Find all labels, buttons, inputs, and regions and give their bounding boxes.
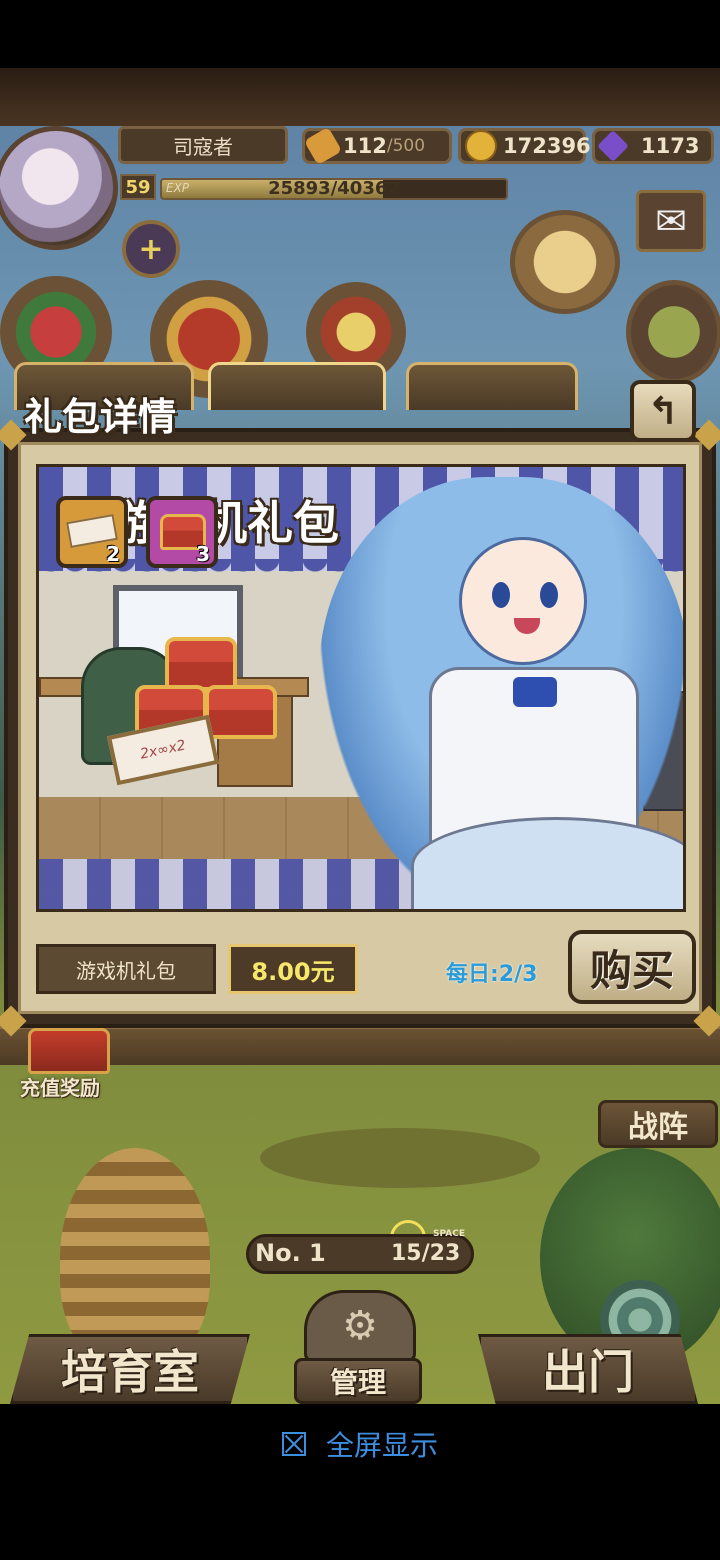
backpack-icon[interactable] xyxy=(626,280,720,384)
character-skirt xyxy=(411,817,683,909)
treasure-chest-icon xyxy=(28,1028,110,1074)
character-mouth xyxy=(514,618,540,634)
rank-number: No. 1 xyxy=(255,1239,326,1267)
fullscreen-icon xyxy=(281,1432,306,1456)
tab-background-3[interactable] xyxy=(406,362,578,410)
stamina-value: 112 xyxy=(343,134,387,158)
player-avatar[interactable] xyxy=(0,126,118,250)
pack-name-label: 游戏机礼包 xyxy=(36,944,216,994)
treasure-chest-icon xyxy=(205,685,277,739)
manage-button[interactable]: 管理 xyxy=(294,1358,422,1404)
gold-coin-icon xyxy=(465,130,497,162)
back-button[interactable]: ↰ xyxy=(630,380,696,442)
character-bow xyxy=(513,677,557,707)
game-screen: 司寇者 112/500 172396 1173 59 EXP 25893/403… xyxy=(0,68,720,1404)
purple-gem-icon xyxy=(597,130,629,162)
add-gems-button[interactable]: + xyxy=(122,220,180,278)
plus-icon: + xyxy=(138,231,164,267)
bread-icon xyxy=(303,126,343,166)
fullscreen-label: 全屏显示 xyxy=(325,1429,438,1462)
stamina-counter: 112/500 xyxy=(302,126,452,166)
space-caption: SPACE xyxy=(433,1229,465,1239)
character-eye xyxy=(492,582,510,608)
gold-counter: 172396 xyxy=(458,128,591,164)
field-patch xyxy=(260,1128,540,1188)
banner-title: 游戏机礼包 xyxy=(109,496,339,550)
level-badge: 59 xyxy=(120,174,156,200)
stamina-cap: /500 xyxy=(386,136,426,156)
price-label: 8.00元 xyxy=(228,944,358,994)
gem-value: 1173 xyxy=(641,134,700,158)
gem-counter: 1173 xyxy=(592,128,714,164)
treasure-chest-icon xyxy=(165,637,237,691)
exp-bar: EXP 25893/40362 xyxy=(160,178,508,200)
go-out-button[interactable]: 出门 xyxy=(478,1334,698,1404)
quest-scroll-icon[interactable] xyxy=(510,210,620,314)
player-name: 司寇者 xyxy=(118,126,288,164)
gear-icon[interactable]: ⚙ xyxy=(304,1290,416,1362)
recharge-reward-button[interactable]: 充值奖励 xyxy=(20,1028,120,1108)
fullscreen-button[interactable]: 全屏显示 xyxy=(0,1404,720,1484)
top-strip xyxy=(0,68,720,126)
daily-limit: 每日:2/3 xyxy=(446,962,538,987)
recharge-reward-label: 充值奖励 xyxy=(20,1076,100,1100)
item-count: 3 xyxy=(196,542,210,566)
reward-item-ticket[interactable]: 2 xyxy=(56,496,128,568)
mail-button[interactable]: ✉ xyxy=(636,190,706,252)
reward-item-chest[interactable]: 3 xyxy=(146,496,218,568)
gold-value: 172396 xyxy=(503,134,591,158)
tab-background-2[interactable] xyxy=(208,362,386,410)
dialog-title: 礼包详情 xyxy=(24,395,177,439)
exp-text: 25893/40362 xyxy=(268,178,400,199)
rank-space-panel: No. 1 SPACE 15/23 xyxy=(246,1229,474,1274)
buy-button[interactable]: 购买 xyxy=(568,930,696,1004)
character-eye xyxy=(540,582,558,608)
ticket-text: 2x∞x2 xyxy=(138,737,188,763)
item-count: 2 xyxy=(106,542,120,566)
return-arrow-icon: ↰ xyxy=(647,389,679,433)
space-value: 15/23 xyxy=(391,1241,461,1266)
formation-button[interactable]: 战阵 xyxy=(598,1100,718,1148)
character-face xyxy=(459,537,587,665)
envelope-icon: ✉ xyxy=(655,199,687,243)
nursery-button[interactable]: 培育室 xyxy=(10,1334,250,1404)
pack-banner: 2x∞x2 游戏机礼包 xyxy=(36,464,686,912)
